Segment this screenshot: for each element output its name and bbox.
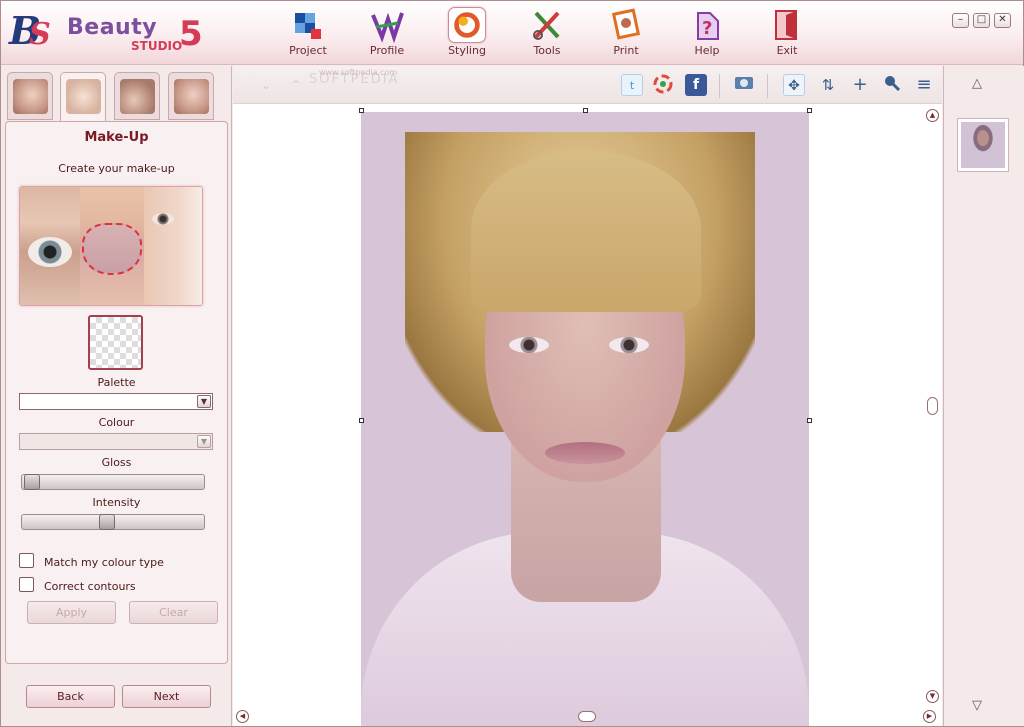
- toolbar-styling-button[interactable]: Styling: [434, 5, 500, 63]
- photo-thumbnail[interactable]: [957, 118, 1009, 172]
- horizontal-scroll-thumb[interactable]: [578, 711, 596, 722]
- palette-label: Palette: [97, 376, 136, 389]
- clear-button[interactable]: Clear: [129, 601, 218, 624]
- move-icon[interactable]: ✥: [783, 74, 805, 96]
- toolbar-print-label: Print: [613, 44, 639, 57]
- toolbar-tools-button[interactable]: Tools: [514, 5, 580, 63]
- help-icon: ?: [697, 12, 719, 40]
- horizontal-scrollbar[interactable]: ◀ ▶: [233, 709, 942, 726]
- colour-select[interactable]: ▼: [19, 433, 213, 450]
- vertical-scrollbar[interactable]: ▲ ▼: [925, 106, 942, 712]
- lips-selection: [82, 223, 142, 275]
- thumbnail-scroll-down-icon[interactable]: ▽: [972, 698, 982, 713]
- toolbar-help-label: Help: [694, 44, 720, 57]
- toolbar-styling-label: Styling: [448, 44, 486, 57]
- project-icon: [295, 13, 321, 39]
- gloss-slider-thumb[interactable]: [24, 474, 40, 490]
- hair-tab-thumbnail: [13, 79, 48, 114]
- left-panel: Make-Up Create your make-up Palette ▼ Co…: [1, 66, 232, 726]
- correct-contours-checkbox[interactable]: [19, 577, 34, 592]
- portrait-photo[interactable]: [361, 112, 809, 726]
- maximize-button[interactable]: □: [973, 13, 990, 28]
- match-colour-checkbox[interactable]: [19, 553, 34, 568]
- colour-label: Colour: [98, 416, 135, 429]
- zoom-icon[interactable]: [881, 74, 903, 96]
- styling-icon: [448, 7, 486, 43]
- chevron-down-icon: ▼: [197, 435, 211, 448]
- intensity-slider-thumb[interactable]: [98, 514, 115, 530]
- watermark-url: www.softpedia.com: [319, 68, 398, 77]
- back-button[interactable]: Back: [26, 685, 115, 708]
- scroll-right-icon[interactable]: ▶: [923, 710, 936, 723]
- correct-contours-label: Correct contours: [44, 580, 136, 593]
- picasa-icon[interactable]: [652, 74, 674, 96]
- accessories-tab[interactable]: [114, 72, 160, 120]
- hair-tab[interactable]: [7, 72, 53, 120]
- panel-title: Make-Up: [84, 130, 149, 145]
- toolbar-profile-label: Profile: [369, 44, 405, 57]
- canvas-area: ⌄ ⌃ SOFTPEDIA www.softpedia.com t f ✥ ⇅ …: [233, 66, 942, 726]
- makeup-tab[interactable]: [60, 72, 106, 128]
- twitter-icon[interactable]: t: [621, 74, 643, 96]
- redo-icon[interactable]: ⌃: [285, 74, 307, 96]
- print-icon: [611, 8, 641, 40]
- app-window: BS Beauty STUDIO 5 Project Profile Styli…: [0, 0, 1024, 727]
- panel-subtitle: Create your make-up: [58, 162, 175, 175]
- facebook-icon[interactable]: f: [685, 74, 707, 96]
- toolbar-help-button[interactable]: ? Help: [674, 5, 740, 63]
- gloss-label: Gloss: [101, 456, 132, 469]
- makeup-preview-image[interactable]: [19, 186, 203, 306]
- menu-icon[interactable]: ≡: [913, 74, 935, 96]
- svg-text:?: ?: [702, 18, 712, 39]
- face-tab-thumbnail: [174, 79, 209, 114]
- crosshair-icon[interactable]: +: [849, 74, 871, 96]
- vertical-scroll-thumb[interactable]: [927, 397, 938, 415]
- gloss-slider[interactable]: [21, 474, 205, 490]
- accessories-tab-thumbnail: [120, 79, 155, 114]
- toolbar-print-button[interactable]: Print: [593, 5, 659, 63]
- chevron-down-icon: ▼: [197, 395, 211, 408]
- scroll-left-icon[interactable]: ◀: [236, 710, 249, 723]
- canvas-toolbar: ⌄ ⌃ SOFTPEDIA www.softpedia.com t f ✥ ⇅ …: [233, 66, 942, 104]
- resize-handle[interactable]: [807, 418, 812, 423]
- rotate-icon[interactable]: ⇅: [817, 74, 839, 96]
- camera-icon[interactable]: [733, 74, 755, 96]
- toolbar-profile-button[interactable]: Profile: [354, 5, 420, 63]
- tools-icon: [533, 11, 560, 40]
- apply-button[interactable]: Apply: [27, 601, 116, 624]
- toolbar-project-button[interactable]: Project: [275, 5, 341, 63]
- thumbnail-scroll-up-icon[interactable]: △: [972, 76, 982, 91]
- toolbar-exit-label: Exit: [776, 44, 798, 57]
- makeup-panel: Make-Up Create your make-up Palette ▼ Co…: [5, 121, 228, 664]
- match-colour-label: Match my colour type: [44, 556, 164, 569]
- intensity-slider[interactable]: [21, 514, 205, 530]
- logo-sub: STUDIO: [131, 39, 183, 53]
- profile-icon: [371, 12, 404, 43]
- right-panel: △ ▽: [943, 66, 1024, 726]
- palette-select[interactable]: ▼: [19, 393, 213, 410]
- resize-handle[interactable]: [359, 418, 364, 423]
- toolbar-project-label: Project: [289, 44, 327, 57]
- colour-swatch[interactable]: [88, 315, 143, 370]
- exit-icon: [775, 10, 797, 40]
- resize-handle[interactable]: [583, 108, 588, 113]
- makeup-tab-thumbnail: [66, 79, 101, 114]
- logo-mark: BS: [9, 8, 51, 53]
- toolbar-exit-button[interactable]: Exit: [754, 5, 820, 63]
- resize-handle[interactable]: [359, 108, 364, 113]
- logo-version: 5: [179, 14, 203, 54]
- close-button[interactable]: ✕: [994, 13, 1011, 28]
- toolbar-tools-label: Tools: [533, 44, 561, 57]
- header-toolbar: BS Beauty STUDIO 5 Project Profile Styli…: [1, 1, 1023, 65]
- next-button[interactable]: Next: [122, 685, 211, 708]
- minimize-button[interactable]: –: [952, 13, 969, 28]
- undo-icon[interactable]: ⌄: [255, 74, 277, 96]
- resize-handle[interactable]: [807, 108, 812, 113]
- scroll-down-icon[interactable]: ▼: [926, 690, 939, 703]
- logo-text: Beauty: [67, 15, 158, 40]
- intensity-label: Intensity: [92, 496, 141, 509]
- face-tab[interactable]: [168, 72, 214, 120]
- scroll-up-icon[interactable]: ▲: [926, 109, 939, 122]
- app-logo: BS Beauty STUDIO 5: [7, 5, 217, 61]
